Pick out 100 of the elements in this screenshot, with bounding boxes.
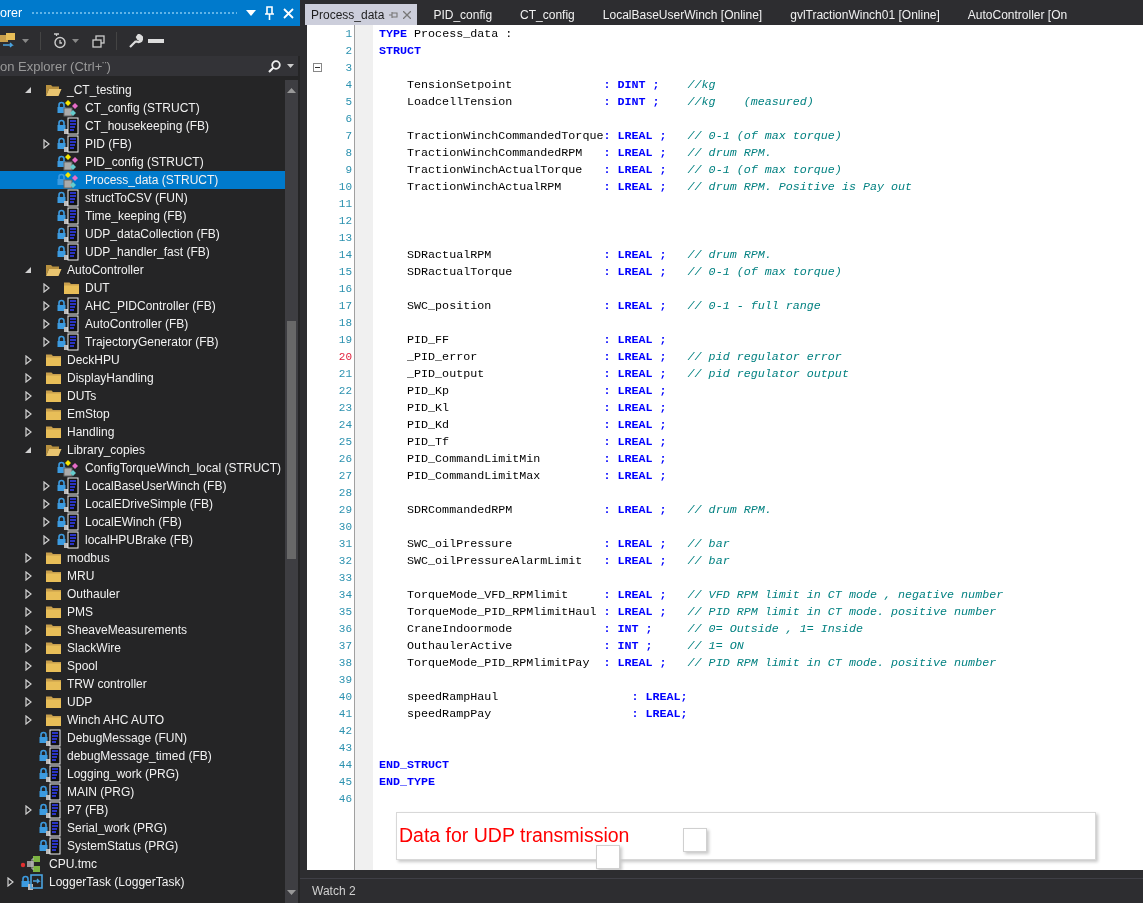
collapsed-arrow-icon[interactable] — [24, 715, 32, 725]
tree-item[interactable]: DebugMessage (FUN) — [0, 729, 285, 747]
scrollbar[interactable] — [285, 80, 298, 903]
collapsed-arrow-icon[interactable] — [24, 697, 32, 707]
collapse-icon[interactable] — [313, 63, 322, 72]
tree-item[interactable]: Spool — [0, 657, 285, 675]
tree-item[interactable]: Library_copies — [0, 441, 285, 459]
collapsed-arrow-icon[interactable] — [24, 805, 32, 815]
selection-handle[interactable] — [683, 828, 707, 852]
tree-item[interactable]: Handling — [0, 423, 285, 441]
collapsed-arrow-icon[interactable] — [24, 625, 32, 635]
tree-item[interactable]: CPU.tmc — [0, 855, 285, 873]
tree-item[interactable]: Logging_work (PRG) — [0, 765, 285, 783]
scrollbar-thumb[interactable] — [287, 321, 296, 559]
tree-item[interactable]: UDP_dataCollection (FB) — [0, 225, 285, 243]
collapsed-arrow-icon[interactable] — [24, 607, 32, 617]
collapsed-arrow-icon[interactable] — [24, 643, 32, 653]
panel-tab[interactable]: Watch 2 — [300, 884, 356, 898]
collapsed-arrow-icon[interactable] — [24, 553, 32, 563]
tree-item[interactable]: PID_config (STRUCT) — [0, 153, 285, 171]
tree-item[interactable]: PMS — [0, 603, 285, 621]
tree-item[interactable]: debugMessage_timed (FB) — [0, 747, 285, 765]
collapsed-arrow-icon[interactable] — [42, 139, 50, 149]
editor-tab[interactable]: CT_config — [514, 4, 597, 25]
search-button[interactable] — [266, 56, 298, 76]
collapsed-arrow-icon[interactable] — [24, 409, 32, 419]
tree-item[interactable]: structToCSV (FUN) — [0, 189, 285, 207]
tree-item[interactable]: AutoController — [0, 261, 285, 279]
caret-icon[interactable] — [72, 39, 79, 43]
tree-item[interactable]: DUT — [0, 279, 285, 297]
editor-tab[interactable]: Process_data — [305, 4, 418, 25]
collapsed-arrow-icon[interactable] — [42, 337, 50, 347]
tree-item[interactable]: LocalEWinch (FB) — [0, 513, 285, 531]
tree-item[interactable]: LocalEDriveSimple (FB) — [0, 495, 285, 513]
collapsed-arrow-icon[interactable] — [42, 283, 50, 293]
collapsed-arrow-icon[interactable] — [24, 427, 32, 437]
collapsed-arrow-icon[interactable] — [24, 571, 32, 581]
tree-item[interactable]: modbus — [0, 549, 285, 567]
close-icon[interactable] — [403, 10, 412, 19]
collapsed-arrow-icon[interactable] — [24, 679, 32, 689]
editor-tab[interactable]: LocalBaseUserWinch [Online] — [596, 4, 785, 25]
tree-item[interactable]: AHC_PIDController (FB) — [0, 297, 285, 315]
tree-item[interactable]: SlackWire — [0, 639, 285, 657]
editor-tab[interactable]: gvlTractionWinch01 [Online] — [784, 4, 962, 25]
selection-handle[interactable] — [596, 845, 620, 869]
search-icon[interactable] — [268, 59, 281, 73]
tree-item[interactable]: PID (FB) — [0, 135, 285, 153]
editor-tab[interactable]: AutoController [On — [961, 4, 1090, 25]
expanded-arrow-icon[interactable] — [24, 446, 32, 454]
tree-item[interactable]: ConfigTorqueWinch_local (STRUCT) — [0, 459, 285, 477]
tree-item[interactable]: CT_config (STRUCT) — [0, 99, 285, 117]
collapsed-arrow-icon[interactable] — [24, 373, 32, 383]
tree-item[interactable]: TrajectoryGenerator (FB) — [0, 333, 285, 351]
tree-item[interactable]: EmStop — [0, 405, 285, 423]
caret-icon[interactable] — [287, 64, 294, 68]
tree-item[interactable]: SheaveMeasurements — [0, 621, 285, 639]
collapsed-arrow-icon[interactable] — [24, 391, 32, 401]
tree-item[interactable]: MAIN (PRG) — [0, 783, 285, 801]
tree-item[interactable]: AutoController (FB) — [0, 315, 285, 333]
collapsed-arrow-icon[interactable] — [6, 877, 14, 887]
collapsed-arrow-icon[interactable] — [24, 589, 32, 599]
tree-item[interactable]: P7 (FB) — [0, 801, 285, 819]
collapsed-arrow-icon[interactable] — [24, 355, 32, 365]
expanded-arrow-icon[interactable] — [24, 266, 32, 274]
scroll-up-icon[interactable] — [287, 88, 296, 93]
tree-item[interactable]: MRU — [0, 567, 285, 585]
scroll-down-icon[interactable] — [287, 890, 296, 895]
collapsed-arrow-icon[interactable] — [42, 319, 50, 329]
tree-item[interactable]: UDP — [0, 693, 285, 711]
editor-tab[interactable]: PID_config — [427, 4, 515, 25]
collapsed-arrow-icon[interactable] — [42, 499, 50, 509]
caret-icon[interactable] — [246, 10, 256, 16]
tree-item[interactable]: _CT_testing — [0, 81, 285, 99]
tree-item[interactable]: LocalBaseUserWinch (FB) — [0, 477, 285, 495]
search-field[interactable]: on Explorer (Ctrl+¨) — [0, 56, 266, 76]
sync-icon[interactable] — [0, 33, 17, 49]
tree-item[interactable]: Time_keeping (FB) — [0, 207, 285, 225]
tree-item[interactable]: DisplayHandling — [0, 369, 285, 387]
tree-item[interactable]: DUTs — [0, 387, 285, 405]
windows-icon[interactable] — [92, 34, 105, 48]
collapsed-arrow-icon[interactable] — [42, 481, 50, 491]
minus-icon[interactable] — [148, 38, 164, 44]
collapsed-arrow-icon[interactable] — [24, 661, 32, 671]
tree-item[interactable]: Serial_work (PRG) — [0, 819, 285, 837]
tree-item[interactable]: TRW controller — [0, 675, 285, 693]
expanded-arrow-icon[interactable] — [24, 86, 32, 94]
tree-item[interactable]: localHPUBrake (FB) — [0, 531, 285, 549]
caret-icon[interactable] — [22, 39, 29, 43]
tree-item[interactable]: UDP_handler_fast (FB) — [0, 243, 285, 261]
settings-icon[interactable] — [128, 33, 143, 49]
tree-item[interactable]: Winch AHC AUTO — [0, 711, 285, 729]
tree-item[interactable]: Outhauler — [0, 585, 285, 603]
tree-item[interactable]: LoggerTask (LoggerTask) — [0, 873, 285, 891]
history-icon[interactable] — [52, 33, 67, 49]
tree-item[interactable]: DeckHPU — [0, 351, 285, 369]
tree-item[interactable]: CT_housekeeping (FB) — [0, 117, 285, 135]
tree-item[interactable]: Process_data (STRUCT) — [0, 171, 285, 189]
collapsed-arrow-icon[interactable] — [42, 301, 50, 311]
collapsed-arrow-icon[interactable] — [42, 517, 50, 527]
tree-item[interactable]: SystemStatus (PRG) — [0, 837, 285, 855]
